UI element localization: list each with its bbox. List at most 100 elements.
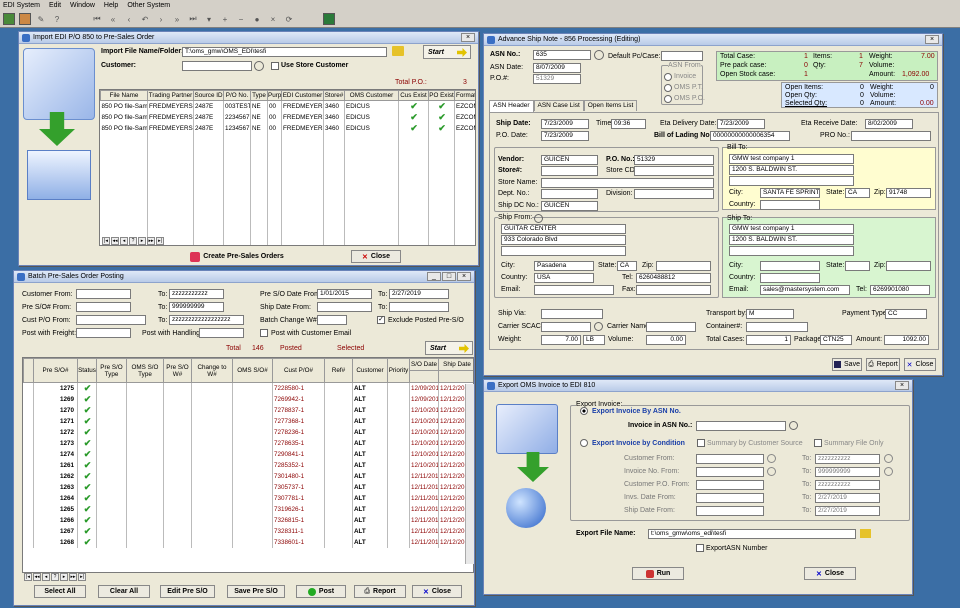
- customer-from-input[interactable]: [696, 454, 764, 464]
- col-type[interactable]: Type: [250, 90, 268, 101]
- weight-unit-select[interactable]: LB: [583, 335, 605, 345]
- table-row[interactable]: 850 PO file-Samp FREDMEYERS 2487E 1234567 NE…: [100, 123, 475, 134]
- save-icon[interactable]: ●: [251, 13, 263, 25]
- by-condition-radio[interactable]: [580, 439, 588, 447]
- bill-to-address-input[interactable]: 1200 S. BALDWIN ST.: [729, 165, 854, 175]
- minimize-icon[interactable]: _: [427, 272, 441, 281]
- pre-so-from-input[interactable]: [76, 302, 131, 312]
- down-icon[interactable]: ▾: [203, 13, 215, 25]
- tab-open-items-list[interactable]: Open Items List: [583, 100, 638, 111]
- table-row[interactable]: 1263✔7305737-1ALT12/11/201612/12/2016: [23, 482, 473, 493]
- close-icon[interactable]: ×: [925, 35, 939, 44]
- clear-all-button[interactable]: Clear All: [98, 585, 150, 598]
- remove-icon[interactable]: −: [235, 13, 247, 25]
- ship-to-email-input[interactable]: sales@mastersystem.com: [760, 285, 850, 295]
- batch-scrollbar[interactable]: [465, 384, 474, 564]
- col-purpose[interactable]: Purpo: [267, 90, 282, 101]
- save-pre-so-button[interactable]: Save Pre S/O: [227, 585, 285, 598]
- next-page-icon[interactable]: ▸▸: [147, 237, 155, 245]
- search-icon[interactable]: [767, 454, 776, 463]
- invoice-to-input[interactable]: 999999999: [815, 467, 880, 477]
- ship-to-address2-input[interactable]: [729, 246, 854, 256]
- import-close-button[interactable]: ✕ Close: [351, 250, 401, 263]
- pro-no-input[interactable]: [851, 131, 931, 141]
- invoice-asn-input[interactable]: [696, 421, 786, 431]
- col-pre-so[interactable]: Pre S/O#: [33, 358, 78, 383]
- ship-dc-input[interactable]: GUICEN: [541, 201, 598, 211]
- ship-to-state-input[interactable]: [845, 261, 870, 271]
- search-icon[interactable]: [789, 421, 798, 430]
- post-email-checkbox[interactable]: [260, 329, 268, 337]
- menu-help[interactable]: Help: [104, 2, 118, 9]
- browse-folder-icon[interactable]: [860, 529, 871, 538]
- col-ship-date[interactable]: Ship Date: [438, 358, 473, 371]
- ship-from-zip-input[interactable]: [656, 261, 711, 271]
- post-freight-input[interactable]: [76, 328, 131, 338]
- folder-input[interactable]: T:\oms_gmw\OMS_EDI\tesfi: [182, 47, 387, 57]
- table-row[interactable]: 1273✔7278635-1ALT12/10/201612/12/2016: [23, 438, 473, 449]
- prev-page-icon[interactable]: ◂◂: [111, 237, 119, 245]
- table-row[interactable]: 1261✔7285352-1ALT12/10/201612/12/2016: [23, 460, 473, 471]
- search-icon[interactable]: [884, 454, 893, 463]
- default-pc-input[interactable]: [661, 51, 703, 61]
- ship-to-tel-input[interactable]: 6269901080: [870, 285, 930, 295]
- bill-to-name-input[interactable]: GMW test company 1: [729, 154, 854, 164]
- next-icon[interactable]: ›: [155, 13, 167, 25]
- col-edi-customer[interactable]: EDI Customer: [281, 90, 324, 101]
- table-row[interactable]: 1268✔7338601-1ALT12/11/201612/12/2016: [23, 537, 473, 548]
- bill-country-input[interactable]: [760, 200, 820, 210]
- col-ref[interactable]: Ref#: [324, 358, 353, 383]
- next-page-icon[interactable]: »: [171, 13, 183, 25]
- col-file-name[interactable]: File Name: [100, 90, 148, 101]
- help-icon[interactable]: ?: [129, 237, 137, 245]
- ship-date-to-input[interactable]: 2/27/2019: [815, 506, 880, 516]
- col-change-to-w[interactable]: Change to W#: [191, 358, 233, 383]
- dept-input[interactable]: [541, 189, 598, 199]
- exit-icon[interactable]: [323, 13, 335, 25]
- bill-to-address2-input[interactable]: [729, 176, 854, 186]
- edit-icon[interactable]: ✎: [35, 13, 47, 25]
- eta-delivery-input[interactable]: 7/23/2009: [717, 119, 765, 129]
- ship-to-zip-input[interactable]: [886, 261, 931, 271]
- prev-page-icon[interactable]: ◂◂: [33, 573, 41, 581]
- so-date-from-input[interactable]: 1/01/2015: [317, 289, 372, 299]
- ship-to-country-input[interactable]: [760, 273, 820, 283]
- prev-icon[interactable]: ‹: [123, 13, 135, 25]
- asn-no-input[interactable]: 635: [533, 50, 591, 60]
- run-button[interactable]: Run: [632, 567, 684, 580]
- menu-edi-system[interactable]: EDI System: [3, 2, 40, 9]
- col-store[interactable]: Store#: [323, 90, 345, 101]
- cust-po-to-input[interactable]: zzzzzzzzzzzzzzzzzz: [169, 315, 244, 325]
- search-icon[interactable]: [594, 322, 603, 331]
- col-cust-po[interactable]: Cust P/O#: [272, 358, 325, 383]
- next-icon[interactable]: ▸: [138, 237, 146, 245]
- ship-via-input[interactable]: [541, 309, 603, 319]
- total-cases-input[interactable]: 1: [746, 335, 791, 345]
- by-asn-radio[interactable]: [580, 407, 588, 415]
- invoice-date-to-input[interactable]: 2/27/2019: [815, 493, 880, 503]
- last-icon[interactable]: ▸|: [156, 237, 164, 245]
- batch-close-button[interactable]: ✕ Close: [412, 585, 462, 598]
- oms-po-radio[interactable]: [664, 95, 672, 103]
- table-row[interactable]: 1262✔7301480-1ALT12/11/201612/12/2016: [23, 471, 473, 482]
- col-pre-so-type[interactable]: Pre S/O Type: [96, 358, 127, 383]
- close-icon[interactable]: ×: [461, 33, 475, 42]
- eta-receive-input[interactable]: 8/02/2009: [865, 119, 913, 129]
- report-button[interactable]: ⎙ Report: [354, 585, 406, 598]
- bill-state-input[interactable]: CA: [845, 188, 870, 198]
- calculator-icon[interactable]: [19, 13, 31, 25]
- last-icon[interactable]: ⏭: [187, 13, 199, 25]
- first-icon[interactable]: |◂: [102, 237, 110, 245]
- last-icon[interactable]: ▸|: [78, 573, 86, 581]
- package-select[interactable]: CTN25: [820, 335, 852, 345]
- col-oms-so-type[interactable]: OMS S/O Type: [126, 358, 164, 383]
- col-trading-partner[interactable]: Trading Partner: [147, 90, 194, 101]
- table-row[interactable]: 1265✔7319626-1ALT12/11/201612/12/2016: [23, 504, 473, 515]
- po-date-input[interactable]: 7/23/2009: [541, 131, 589, 141]
- use-store-checkbox[interactable]: [271, 62, 279, 70]
- ship-from-city-input[interactable]: Pasadena: [534, 261, 594, 271]
- table-row[interactable]: 1271✔7277368-1ALT12/10/201612/12/2016: [23, 416, 473, 427]
- table-row[interactable]: 1272✔7278236-1ALT12/10/201612/12/2016: [23, 427, 473, 438]
- payment-type-select[interactable]: CC: [885, 309, 927, 319]
- oms-pt-radio[interactable]: [664, 84, 672, 92]
